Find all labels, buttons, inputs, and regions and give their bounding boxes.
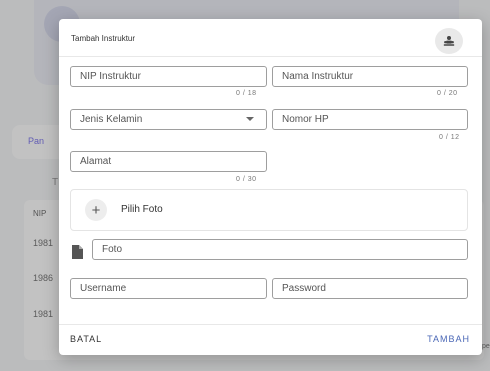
nip-instruktur-label: NIP Instruktur [80, 71, 141, 82]
file-icon [72, 245, 83, 259]
alamat-field[interactable]: Alamat [70, 151, 267, 172]
alamat-counter: 0 / 30 [236, 176, 257, 183]
person-group-icon [443, 36, 455, 46]
nip-counter: 0 / 18 [236, 90, 257, 97]
username-label: Username [80, 283, 127, 294]
nama-counter: 0 / 20 [437, 90, 458, 97]
dialog-title: Tambah Instruktur [71, 34, 136, 43]
pilih-foto-label: Pilih Foto [121, 204, 163, 215]
username-field[interactable]: Username [70, 278, 267, 299]
tambah-instruktur-dialog: Tambah Instruktur NIP Instruktur 0 / 18 … [59, 19, 482, 355]
person-group-button[interactable] [435, 28, 463, 54]
dropdown-arrow-icon [246, 117, 254, 121]
nama-instruktur-field[interactable]: Nama Instruktur [272, 66, 468, 87]
add-photo-button[interactable]: + [85, 199, 107, 221]
nomor-hp-label: Nomor HP [282, 114, 329, 125]
nomor-hp-field[interactable]: Nomor HP [272, 109, 468, 130]
nama-instruktur-label: Nama Instruktur [282, 71, 354, 82]
tambah-button[interactable]: TAMBAH [427, 334, 470, 344]
jenis-kelamin-select[interactable]: Jenis Kelamin [70, 109, 267, 130]
password-label: Password [282, 283, 326, 294]
nip-instruktur-field[interactable]: NIP Instruktur [70, 66, 267, 87]
nomor-hp-counter: 0 / 12 [439, 134, 460, 141]
foto-file-input[interactable]: Foto [92, 239, 468, 260]
batal-button[interactable]: BATAL [70, 334, 102, 344]
plus-icon: + [91, 201, 101, 219]
alamat-label: Alamat [80, 156, 112, 167]
password-field[interactable]: Password [272, 278, 468, 299]
pilih-foto-area[interactable]: + Pilih Foto [70, 189, 468, 231]
header-divider [59, 56, 482, 57]
footer-divider [59, 324, 482, 325]
jenis-kelamin-label: Jenis Kelamin [80, 114, 143, 125]
foto-label: Foto [102, 244, 123, 255]
